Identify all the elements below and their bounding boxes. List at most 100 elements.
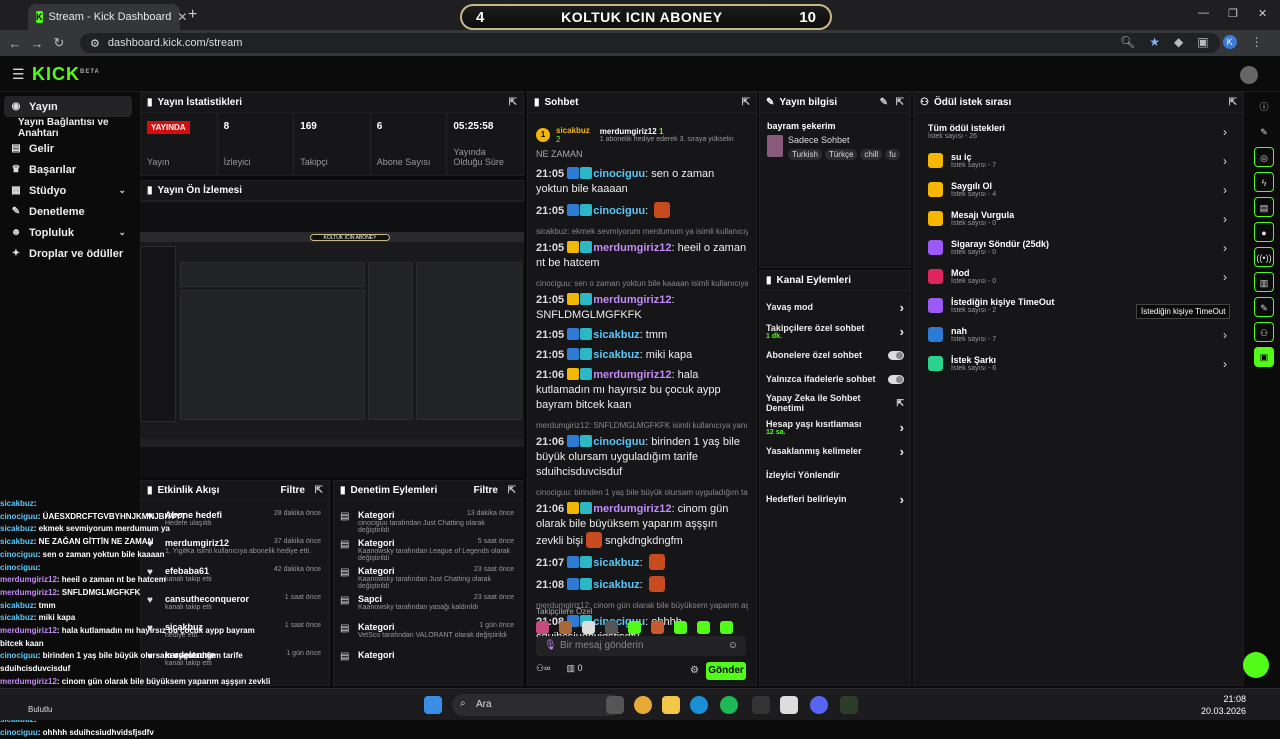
app-icon[interactable] <box>780 696 798 714</box>
feed-item[interactable]: ▤ Kategori Kaanowsky tarafından Just Chatt… <box>334 563 522 591</box>
chat-username[interactable]: sicakbuz <box>593 329 639 341</box>
maximize-icon[interactable]: ❐ <box>1228 7 1238 20</box>
extension-icon[interactable]: ◆ <box>1174 35 1183 49</box>
link-icon[interactable]: ⚇∞ <box>536 663 550 674</box>
feed-item[interactable]: ▤ Kategori cinociguu tarafından Just Chatt… <box>334 507 522 535</box>
close-window-icon[interactable]: ✕ <box>1258 7 1267 20</box>
send-button[interactable]: Gönder <box>706 662 746 680</box>
chat-message[interactable]: 21:06 cinociguu: birinden 1 yaş bile büy… <box>536 435 748 480</box>
chat-message[interactable]: 21:05 cinociguu: <box>536 202 748 219</box>
sidebar-item-gelir[interactable]: ▤ Gelir <box>0 138 138 159</box>
sidebar-item-yayin[interactable]: ◉ Yayın <box>4 96 132 117</box>
sidebar-item-stream-key[interactable]: Yayın Bağlantısı ve Anahtarı <box>0 117 138 139</box>
window-icon[interactable]: ▥ <box>1254 272 1274 292</box>
preview-video[interactable]: KOLTUK ICIN ABONEY <box>140 232 524 447</box>
kick-logo[interactable]: KICKBETA <box>32 64 100 85</box>
chevron-right-icon[interactable]: › <box>900 324 904 339</box>
reward-item[interactable]: nah İstek sayısı - 7 › <box>914 320 1243 349</box>
edge-icon[interactable] <box>690 696 708 714</box>
feed-item[interactable]: ▤ Kategori Kaanowsky tarafından League of … <box>334 535 522 563</box>
reward-item[interactable]: su iç İstek sayısı - 7 › <box>914 146 1243 175</box>
sidebar-item-denetleme[interactable]: ✎ Denetleme <box>0 201 138 222</box>
chat-username[interactable]: sicakbuz <box>593 349 639 361</box>
forward-icon[interactable]: → <box>26 36 48 51</box>
emote-icon[interactable] <box>559 621 572 634</box>
feed-item[interactable]: ▤ Kategori <box>334 647 522 675</box>
wrench-icon[interactable]: ✎ <box>1254 297 1274 317</box>
chat-username[interactable]: cinociguu <box>593 436 645 448</box>
filter-button[interactable]: Filtre <box>474 485 498 496</box>
channel-action-item[interactable]: Yalnızca ifadelerle sohbet <box>760 367 910 391</box>
channel-action-item[interactable]: Yavaş mod › <box>760 295 910 319</box>
toggle-switch[interactable] <box>888 374 904 384</box>
sidebar-item-droplar[interactable]: ✦ Droplar ve ödüller <box>0 243 138 264</box>
close-tab-icon[interactable]: ✕ <box>177 10 187 24</box>
minimize-icon[interactable]: — <box>1198 7 1209 19</box>
camera-icon[interactable]: ◎ <box>1254 147 1274 167</box>
chat-message[interactable]: 21:07 sicakbuz: <box>536 554 748 571</box>
info-icon[interactable]: ⓘ <box>1254 97 1274 117</box>
chat-message[interactable]: 21:05 merdumgiriz12: SNFLDMGLMGFKFK <box>536 293 748 323</box>
chat-username[interactable]: merdumgiriz12 <box>593 369 671 381</box>
file-explorer-icon[interactable] <box>662 696 680 714</box>
bolt-icon[interactable]: ϟ <box>1254 172 1274 192</box>
emote-icon[interactable] <box>628 621 641 634</box>
chat-fab-button[interactable] <box>1243 652 1269 678</box>
popout-icon[interactable]: ⇱ <box>896 97 904 108</box>
chevron-right-icon[interactable]: › <box>900 300 904 315</box>
hamburger-menu-icon[interactable]: ☰ <box>12 66 25 83</box>
task-view-icon[interactable] <box>606 696 624 714</box>
back-icon[interactable]: ← <box>4 36 26 51</box>
chat-message[interactable]: 21:05 merdumgiriz12: heeil o zaman nt be… <box>536 241 748 271</box>
emote-icon[interactable] <box>697 621 710 634</box>
chat-message[interactable]: 21:06 merdumgiriz12: cinom gün olarak bi… <box>536 502 748 549</box>
chat-settings-icon[interactable]: ⚙ <box>690 665 699 676</box>
channel-action-item[interactable]: Hedefleri belirleyin › <box>760 487 910 511</box>
bookmark-star-icon[interactable]: ★ <box>1149 35 1160 49</box>
emote-icon[interactable] <box>651 621 664 634</box>
sidebar-item-topluluk[interactable]: ☻ Topluluk ⌄ <box>0 222 138 243</box>
edit-icon[interactable]: ✎ <box>880 97 888 108</box>
channel-action-item[interactable]: Abonelere özel sohbet <box>760 343 910 367</box>
broadcast-icon[interactable]: ((•)) <box>1254 247 1274 267</box>
reward-all-requests[interactable]: Tüm ödül istekleri İstek sayısı - 26 › <box>914 117 1243 146</box>
app-icon[interactable] <box>840 696 858 714</box>
tag-chip[interactable]: Turkish <box>788 149 822 160</box>
popout-icon[interactable]: ⇱ <box>315 485 323 496</box>
filter-button[interactable]: Filtre <box>281 485 305 496</box>
emote-icon[interactable] <box>536 621 549 634</box>
chat-message[interactable]: 21:05 sicakbuz: miki kapa <box>536 348 748 363</box>
start-icon[interactable] <box>424 696 442 714</box>
reward-icon[interactable]: ⚇ <box>1254 322 1274 342</box>
external-link-icon[interactable]: ⇱ <box>896 398 904 409</box>
feed-item[interactable]: ▤ Kategori VetSco tarafından VALORANT olar… <box>334 619 522 647</box>
toggle-switch[interactable] <box>888 350 904 360</box>
chat-username[interactable]: sicakbuz <box>593 579 639 591</box>
store-icon[interactable]: ▥ 0 <box>566 663 582 674</box>
menu-dots-icon[interactable]: ⋮ <box>1251 35 1263 49</box>
tag-chip[interactable]: chill <box>860 149 883 160</box>
channel-action-item[interactable]: Takipçilere özel sohbet 1 dk. › <box>760 319 910 343</box>
chevron-right-icon[interactable]: › <box>900 492 904 507</box>
popout-icon[interactable]: ⇱ <box>742 97 750 108</box>
url-field[interactable]: ⚙ dashboard.kick.com/stream <box>80 33 1220 53</box>
chat-message[interactable]: 21:05 sicakbuz: tmm <box>536 328 748 343</box>
chat-username[interactable]: merdumgiriz12 <box>593 294 671 306</box>
system-clock[interactable]: 21:08 20.03.2026 <box>1201 693 1246 717</box>
emoji-icon[interactable]: ☺ <box>728 640 738 651</box>
new-tab-button[interactable]: + <box>188 6 197 24</box>
channel-action-item[interactable]: Yasaklanmış kelimeler › <box>760 439 910 463</box>
extensions-puzzle-icon[interactable]: ▣ <box>1197 35 1208 49</box>
profile-avatar[interactable]: K <box>1222 35 1237 49</box>
chat-username[interactable]: cinociguu <box>593 205 645 217</box>
zoom-icon[interactable]: 🔍︎ <box>1120 35 1135 49</box>
chevron-right-icon[interactable]: › <box>900 420 904 435</box>
sidebar-item-basarilar[interactable]: ♛ Başarılar <box>0 159 138 180</box>
app-icon[interactable] <box>752 696 770 714</box>
chat-message[interactable]: 21:05 cinociguu: sen o zaman yoktun bile… <box>536 167 748 197</box>
reward-item[interactable]: Mesajı Vurgula İstek sayısı - 0 › <box>914 204 1243 233</box>
chat-username[interactable]: sicakbuz <box>593 557 639 569</box>
tag-chip[interactable]: Türkçe <box>824 149 858 160</box>
discord-icon[interactable] <box>810 696 828 714</box>
reward-item[interactable]: Saygılı Ol İstek sayısı - 4 › <box>914 175 1243 204</box>
